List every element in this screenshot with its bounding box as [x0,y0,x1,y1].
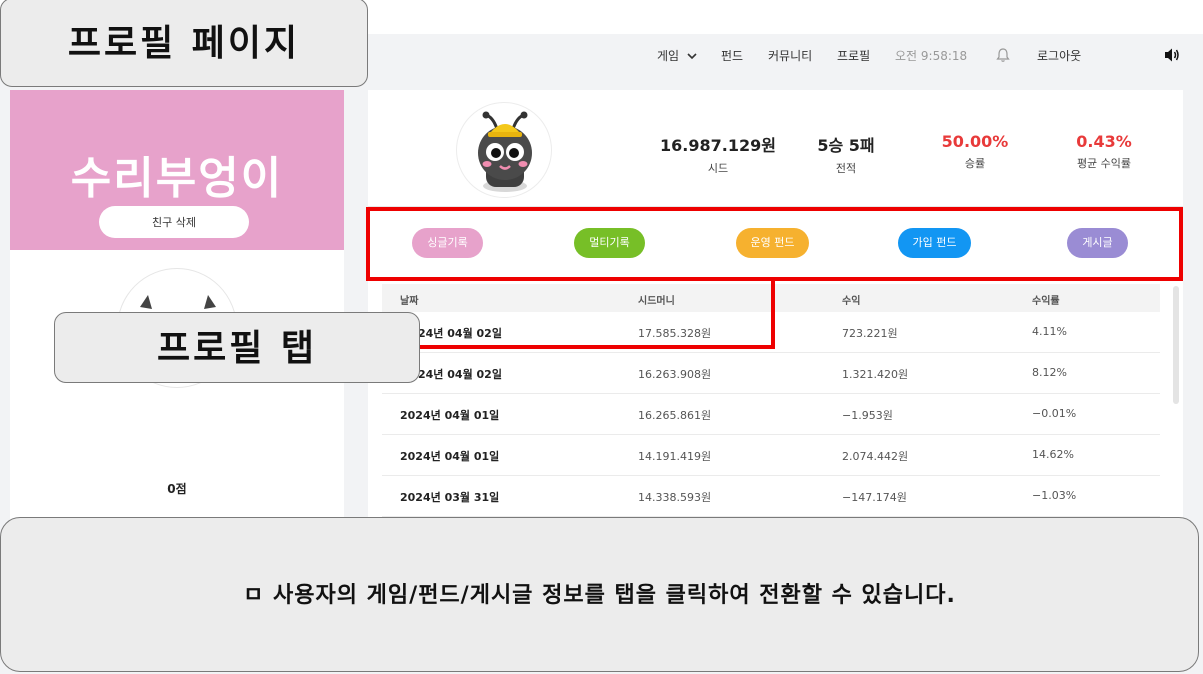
nav-game-menu[interactable]: 게임 [657,47,697,64]
stat-avg-return-label: 평균 수익률 [1076,157,1132,170]
table-row[interactable]: 2024년 04월 01일 14.191.419원 2.074.442원 14.… [382,435,1160,476]
table-row[interactable]: 2024년 03월 31일 14.338.593원 −147.174원 −1.0… [382,476,1160,517]
cell-seed-money: 17.585.328원 [638,327,712,340]
bell-icon[interactable] [996,47,1010,63]
stat-record-value: 5승 5패 [817,136,875,155]
stat-seed-label: 시드 [707,162,729,175]
cell-seed-money: 16.265.861원 [638,409,712,422]
profile-main-card: 16.987.129원 시드 5승 5패 전적 50.00% 승률 0.43% … [368,90,1183,530]
cell-date: 24년 04월 02일 [418,327,502,340]
nav-clock: 오전 9:58:18 [895,49,968,63]
cell-date: 2024년 03월 31일 [400,491,500,504]
cell-profit: 723.221원 [842,327,898,340]
tab-highlight-box [366,207,1183,281]
header-return-rate: 수익률 [1032,296,1060,307]
nav-game-label: 게임 [657,49,680,63]
cell-return-rate: 4.11% [1032,325,1067,338]
nav-profile-link[interactable]: 프로필 [837,47,870,64]
profile-header-card: 수리부엉이 친구 삭제 [10,90,344,250]
stat-win-rate-value: 50.00% [941,132,1009,151]
nav-community-link[interactable]: 커뮤니티 [768,47,812,64]
callout-connector-vertical [771,281,775,349]
profile-score: 0점 [167,482,187,496]
header-profit: 수익 [842,296,861,307]
profile-nickname: 수리부엉이 [70,153,284,204]
stat-seed: 16.987.129원 시드 [648,132,788,176]
stat-seed-value: 16.987.129원 [660,136,776,155]
cell-return-rate: −0.01% [1032,407,1077,420]
header-seed-money: 시드머니 [638,296,675,307]
stat-record: 5승 5패 전적 [776,132,916,176]
speaker-icon[interactable] [1163,47,1181,63]
table-row[interactable]: 24년 04월 02일 16.263.908원 1.321.420원 8.12% [382,353,1160,394]
page-title-callout: 프로필 페이지 [0,0,368,87]
header-date: 날짜 [400,296,419,307]
cell-return-rate: −1.03% [1032,489,1077,502]
stat-win-rate: 50.00% 승률 [905,132,1045,171]
profile-tab-callout: 프로필 탭 [54,312,420,383]
cell-date: 2024년 04월 01일 [400,409,500,422]
caption-callout: ㅁ 사용자의 게임/펀드/게시글 정보를 탭을 클릭하여 전환할 수 있습니다. [0,517,1199,672]
avatar [456,102,552,198]
unfriend-button[interactable]: 친구 삭제 [99,206,249,238]
cell-return-rate: 8.12% [1032,366,1067,379]
cell-profit: −1.953원 [842,409,893,422]
cell-return-rate: 14.62% [1032,448,1074,461]
table-row[interactable]: 2024년 04월 01일 16.265.861원 −1.953원 −0.01% [382,394,1160,435]
cell-seed-money: 14.191.419원 [638,450,712,463]
cell-seed-money: 14.338.593원 [638,491,712,504]
callout-connector-horizontal [413,345,775,349]
profile-side-panel: 수리부엉이 친구 삭제 0점 [10,90,344,530]
table-scrollbar[interactable] [1173,286,1179,404]
stat-win-rate-label: 승률 [964,157,986,170]
nav-fund-link[interactable]: 펀드 [721,47,743,64]
cell-date: 24년 04월 02일 [418,368,502,381]
chevron-down-icon [687,53,697,60]
nav-logout-link[interactable]: 로그아웃 [1037,47,1081,64]
cell-profit: 2.074.442원 [842,450,909,463]
stat-avg-return-value: 0.43% [1076,132,1132,151]
cell-profit: 1.321.420원 [842,368,909,381]
stat-avg-return: 0.43% 평균 수익률 [1034,132,1174,171]
bug-mascot-icon [478,111,532,192]
stat-record-label: 전적 [835,162,857,175]
cell-profit: −147.174원 [842,491,907,504]
cell-date: 2024년 04월 01일 [400,450,500,463]
cell-seed-money: 16.263.908원 [638,368,712,381]
navbar: 게임 펀드 커뮤니티 프로필 오전 9:58:18 로그아웃 [345,34,1203,76]
